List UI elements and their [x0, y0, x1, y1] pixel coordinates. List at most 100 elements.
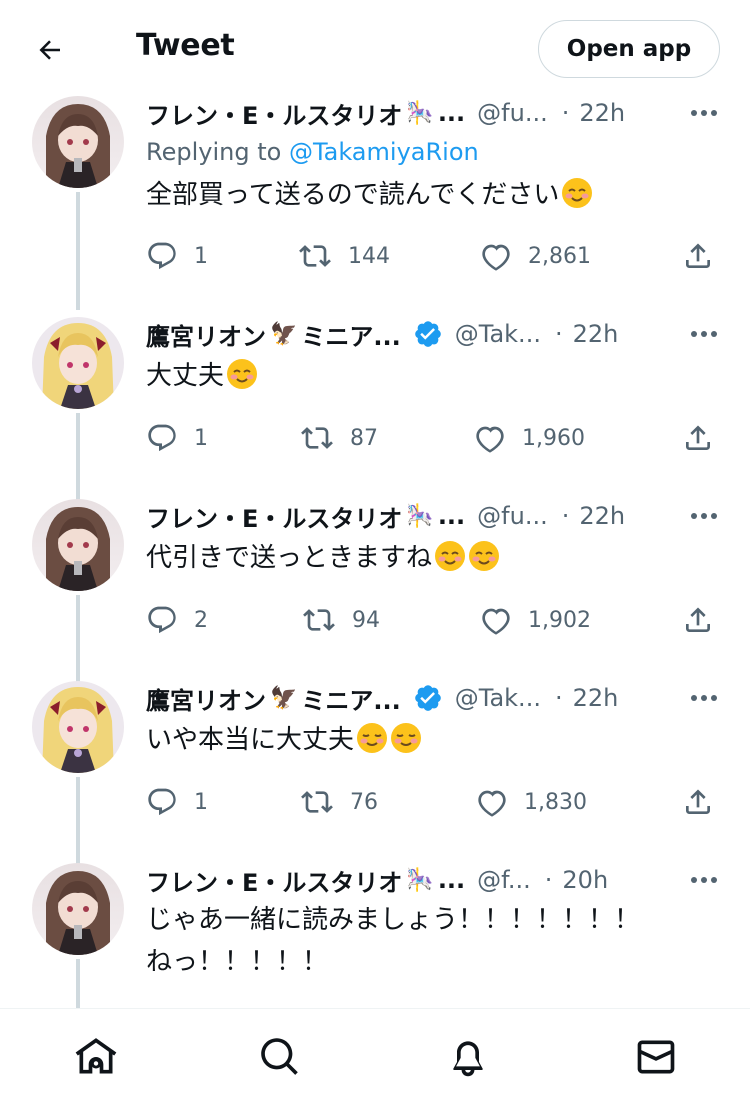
more-button[interactable] [688, 97, 720, 129]
timestamp[interactable]: 22h [579, 502, 625, 530]
tweet[interactable]: フレン・E・ルスタリオ 🎠 ... @f... · 20h じゃあ一緒に読みまし… [0, 863, 750, 1008]
thread-connector [76, 192, 80, 310]
like-count: 1,902 [528, 607, 591, 633]
heart-icon [478, 790, 506, 817]
avatar[interactable] [32, 499, 124, 591]
retweet-button[interactable]: 94 [302, 600, 380, 640]
name-ellipsis: ... [437, 502, 466, 530]
nav-notifications[interactable] [446, 1035, 490, 1079]
display-name[interactable]: フレン・E・ルスタリオ [146, 863, 402, 898]
more-button[interactable] [688, 318, 720, 350]
tweet-header: フレン・E・ルスタリオ 🎠 ... @fu... · 22h [146, 96, 722, 130]
like-button[interactable]: 1,960 [474, 418, 585, 458]
retweet-count: 94 [352, 607, 380, 633]
avatar[interactable] [32, 96, 124, 188]
timestamp[interactable]: 22h [579, 99, 625, 127]
back-button[interactable] [30, 30, 70, 70]
share-icon [686, 425, 710, 450]
share-icon [686, 789, 710, 814]
home-icon [75, 1038, 117, 1074]
tweet[interactable]: フレン・E・ルスタリオ 🎠 ... @fu... · 22h Replying … [0, 96, 750, 310]
mention-link[interactable]: @TakamiyaRion [289, 138, 479, 166]
like-count: 2,861 [528, 243, 591, 269]
like-button[interactable]: 2,861 [480, 236, 591, 276]
retweet-button[interactable]: 87 [300, 418, 378, 458]
reply-count: 1 [194, 243, 208, 269]
messages-icon [637, 1040, 675, 1074]
retweet-count: 87 [350, 425, 378, 451]
tweet[interactable]: フレン・E・ルスタリオ 🎠 ... @fu... · 22h 代引きで送っときま… [0, 499, 750, 685]
retweet-icon [303, 609, 335, 631]
smiling-face-emoji [562, 178, 593, 208]
handle[interactable]: @fu... [477, 502, 548, 530]
avatar[interactable] [32, 681, 124, 773]
more-button[interactable] [688, 500, 720, 532]
thread-connector [76, 959, 80, 1008]
display-name[interactable]: 鷹宮リオン [146, 681, 266, 716]
thread-connector [76, 595, 80, 685]
verified-badge-icon [414, 685, 441, 711]
verified-badge-icon [414, 321, 441, 347]
reply-bubble-icon [148, 788, 176, 816]
notifications-icon [453, 1041, 483, 1077]
retweet-count: 144 [348, 243, 390, 269]
like-count: 1,830 [524, 789, 587, 815]
separator-dot: · [544, 866, 553, 894]
handle[interactable]: @Tak... [455, 320, 541, 348]
share-button[interactable] [682, 418, 714, 458]
display-name[interactable]: 鷹宮リオン [146, 317, 266, 352]
timestamp[interactable]: 20h [562, 866, 608, 894]
retweet-button[interactable]: 76 [300, 782, 378, 822]
reply-button[interactable]: 1 [146, 418, 208, 458]
smiling-face-relaxed-emoji [357, 723, 388, 753]
reply-button[interactable]: 1 [146, 236, 208, 276]
nav-messages[interactable] [634, 1035, 678, 1079]
name-suffix: ミニア... [301, 686, 401, 715]
like-button[interactable]: 1,902 [480, 600, 591, 640]
display-name[interactable]: フレン・E・ルスタリオ [146, 96, 402, 131]
tweet-actions: 2 94 1,902 [146, 600, 726, 640]
reply-count: 1 [194, 789, 208, 815]
name-ellipsis: ... [437, 99, 466, 127]
reply-button[interactable]: 1 [146, 782, 208, 822]
retweet-icon [301, 791, 333, 813]
timestamp[interactable]: 22h [573, 320, 619, 348]
open-app-button[interactable]: Open app [538, 20, 720, 78]
smiling-face-emoji [435, 541, 466, 571]
handle[interactable]: @f... [477, 866, 531, 894]
replying-to: Replying to @TakamiyaRion [146, 138, 479, 166]
like-button[interactable]: 1,830 [476, 782, 587, 822]
avatar[interactable] [32, 317, 124, 409]
smiling-face-emoji [469, 541, 500, 571]
more-button[interactable] [688, 682, 720, 714]
separator-dot: · [554, 684, 563, 712]
name-suffix: ミニア... [301, 322, 401, 351]
share-button[interactable] [682, 782, 714, 822]
reply-button[interactable]: 2 [146, 600, 208, 640]
top-bar: Tweet Open app [0, 0, 750, 96]
share-button[interactable] [682, 236, 714, 276]
carousel-emoji: 🎠 [406, 503, 434, 529]
handle[interactable]: @fu... [477, 99, 548, 127]
tweet[interactable]: 鷹宮リオン 🦅 ミニア... @Tak... · 22h いや本当に大丈夫 1 … [0, 681, 750, 869]
reply-count: 2 [194, 607, 208, 633]
separator-dot: · [561, 502, 570, 530]
reply-count: 1 [194, 425, 208, 451]
nav-search[interactable] [258, 1035, 302, 1079]
name-ellipsis: ... [437, 866, 466, 894]
tweet-body-line-2: ねっ！！！！！ [146, 947, 329, 977]
handle[interactable]: @Tak... [455, 684, 541, 712]
share-button[interactable] [682, 600, 714, 640]
more-button[interactable] [688, 864, 720, 896]
tweet-header: 鷹宮リオン 🦅 ミニア... @Tak... · 22h [146, 317, 722, 351]
nav-home[interactable] [74, 1035, 118, 1079]
heart-icon [476, 426, 504, 453]
tweet-text: 大丈夫 [146, 355, 710, 397]
retweet-button[interactable]: 144 [298, 236, 390, 276]
display-name[interactable]: フレン・E・ルスタリオ [146, 499, 402, 534]
tweet-actions: 1 87 1,960 [146, 418, 726, 458]
bottom-nav [0, 1008, 750, 1096]
tweet[interactable]: 鷹宮リオン 🦅 ミニア... @Tak... · 22h 大丈夫 1 87 1,… [0, 317, 750, 505]
avatar[interactable] [32, 863, 124, 955]
timestamp[interactable]: 22h [573, 684, 619, 712]
